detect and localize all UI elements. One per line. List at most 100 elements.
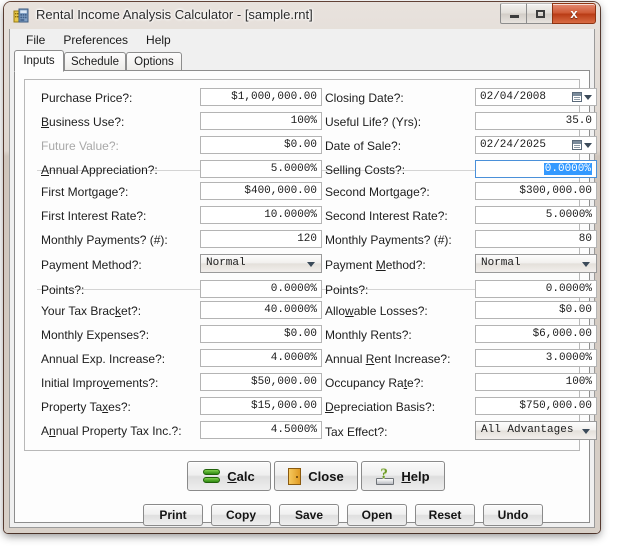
occupancy-rate-input[interactable]: 100% xyxy=(475,373,597,391)
date-of-sale-input[interactable]: 02/24/2025 xyxy=(475,136,597,154)
tab-schedule[interactable]: Schedule xyxy=(64,52,126,72)
close-dialog-button[interactable]: Close xyxy=(274,461,358,491)
label-useful-life: Useful Life? (Yrs): xyxy=(325,115,422,129)
first-payment-method-combo[interactable]: Normal xyxy=(200,254,322,273)
label-monthly-expenses: Monthly Expenses?: xyxy=(41,328,150,342)
tax-effect-combo[interactable]: All Advantages xyxy=(475,421,597,440)
label-occupancy-rate: Occupancy Rate?: xyxy=(325,376,424,390)
tax-bracket-input[interactable]: 40.0000% xyxy=(200,301,322,319)
annual-property-tax-inc-input[interactable]: 4.5000% xyxy=(200,421,322,439)
purchase-price-input[interactable]: $1,000,000.00 xyxy=(200,88,322,106)
label-second-points: Points?: xyxy=(325,283,369,297)
label-annual-rent-increase: Annual Rent Increase?: xyxy=(325,352,451,366)
annual-appreciation-input[interactable]: 5.0000% xyxy=(200,160,322,178)
label-first-interest-rate: First Interest Rate?: xyxy=(41,209,147,223)
chevron-down-icon xyxy=(307,262,315,267)
open-button[interactable]: Open xyxy=(347,504,407,526)
depreciation-basis-input[interactable]: $750,000.00 xyxy=(475,397,597,415)
help-book-icon: ? xyxy=(376,466,395,485)
undo-button[interactable]: Undo xyxy=(483,504,543,526)
label-future-value: Future Value?: xyxy=(41,139,119,153)
second-interest-rate-input[interactable]: 5.0000% xyxy=(475,206,597,224)
label-business-use: Business Use?: xyxy=(41,115,125,129)
initial-improvements-input[interactable]: $50,000.00 xyxy=(200,373,322,391)
label-date-of-sale: Date of Sale?: xyxy=(325,139,402,153)
save-button[interactable]: Save xyxy=(279,504,339,526)
tab-inputs[interactable]: Inputs xyxy=(14,50,64,72)
client-area: File Preferences Help Inputs Schedule Op… xyxy=(9,29,597,528)
form-panel: Purchase Price?: $1,000,000.00 Business … xyxy=(24,79,597,451)
label-depreciation-basis: Depreciation Basis?: xyxy=(325,400,436,414)
useful-life-input[interactable]: 35.0 xyxy=(475,112,597,130)
second-mortgage-input[interactable]: $300,000.00 xyxy=(475,182,597,200)
reset-button[interactable]: Reset xyxy=(415,504,475,526)
calc-button-label: Calc xyxy=(227,468,255,484)
title-bar[interactable]: Rental Income Analysis Calculator - [sam… xyxy=(4,2,600,29)
minimize-icon xyxy=(501,4,528,23)
menu-preferences[interactable]: Preferences xyxy=(54,31,137,49)
first-interest-rate-input[interactable]: 10.0000% xyxy=(200,206,322,224)
menu-file[interactable]: File xyxy=(17,31,54,49)
first-points-input[interactable]: 0.0000% xyxy=(200,280,322,298)
label-tax-effect: Tax Effect?: xyxy=(325,425,388,439)
label-annual-property-tax-inc: Annual Property Tax Inc.?: xyxy=(41,424,182,438)
selected-text: 0.0000% xyxy=(543,163,592,175)
second-monthly-payments-input[interactable]: 80 xyxy=(475,230,597,248)
closing-date-input[interactable]: 02/04/2008 xyxy=(475,88,597,106)
maximize-icon xyxy=(527,4,554,23)
selling-costs-input[interactable]: 0.0000% xyxy=(475,160,597,178)
annual-exp-increase-input[interactable]: 4.0000% xyxy=(200,349,322,367)
calendar-icon xyxy=(572,92,582,102)
label-property-taxes: Property Taxes?: xyxy=(41,400,131,414)
calendar-picker[interactable] xyxy=(572,90,594,104)
calc-stack-icon xyxy=(203,468,221,484)
copy-button[interactable]: Copy xyxy=(211,504,271,526)
building-calculator-icon xyxy=(13,8,29,24)
menu-bar: File Preferences Help xyxy=(10,29,594,50)
calc-button[interactable]: Calc xyxy=(187,461,271,491)
close-icon: x xyxy=(553,4,595,23)
chevron-down-icon xyxy=(584,94,592,100)
annual-rent-increase-input[interactable]: 3.0000% xyxy=(475,349,597,367)
inputs-page: Purchase Price?: $1,000,000.00 Business … xyxy=(14,70,597,526)
maximize-button[interactable] xyxy=(526,3,555,24)
property-taxes-input[interactable]: $15,000.00 xyxy=(200,397,322,415)
label-annual-appreciation: Annual Appreciation?: xyxy=(41,163,158,177)
chevron-down-icon xyxy=(582,429,590,434)
label-tax-bracket: Your Tax Bracket?: xyxy=(41,304,142,318)
calendar-picker[interactable] xyxy=(572,138,594,152)
tab-options[interactable]: Options xyxy=(126,52,182,72)
label-first-points: Points?: xyxy=(41,283,85,297)
close-button-label: Close xyxy=(308,468,344,484)
tab-strip: Inputs Schedule Options xyxy=(10,50,594,72)
help-button[interactable]: ? Help xyxy=(361,461,445,491)
label-first-mortgage: First Mortgage?: xyxy=(41,185,129,199)
label-first-monthly-payments: Monthly Payments? (#): xyxy=(41,233,168,247)
menu-help[interactable]: Help xyxy=(137,31,180,49)
label-annual-exp-increase: Annual Exp. Increase?: xyxy=(41,352,166,366)
future-value-input[interactable]: $0.00 xyxy=(200,136,322,154)
first-monthly-payments-input[interactable]: 120 xyxy=(200,230,322,248)
label-selling-costs: Selling Costs?: xyxy=(325,163,406,177)
close-button[interactable]: x xyxy=(552,3,596,24)
label-monthly-rents: Monthly Rents?: xyxy=(325,328,412,342)
chevron-down-icon xyxy=(584,142,592,148)
allowable-losses-input[interactable]: $0.00 xyxy=(475,301,597,319)
business-use-input[interactable]: 100% xyxy=(200,112,322,130)
calendar-icon xyxy=(572,140,582,150)
minimize-button[interactable] xyxy=(500,3,529,24)
monthly-rents-input[interactable]: $6,000.00 xyxy=(475,325,597,343)
monthly-expenses-input[interactable]: $0.00 xyxy=(200,325,322,343)
first-mortgage-input[interactable]: $400,000.00 xyxy=(200,182,322,200)
chevron-down-icon xyxy=(582,262,590,267)
help-button-label: Help xyxy=(401,468,430,484)
application-window: Rental Income Analysis Calculator - [sam… xyxy=(4,2,600,533)
door-icon xyxy=(288,467,302,485)
label-initial-improvements: Initial Improvements?: xyxy=(41,376,159,390)
label-closing-date: Closing Date?: xyxy=(325,91,404,105)
second-payment-method-combo[interactable]: Normal xyxy=(475,254,597,273)
label-second-interest-rate: Second Interest Rate?: xyxy=(325,209,448,223)
print-button[interactable]: Print xyxy=(143,504,203,526)
label-first-payment-method: Payment Method?: xyxy=(41,258,142,272)
second-points-input[interactable]: 0.0000% xyxy=(475,280,597,298)
